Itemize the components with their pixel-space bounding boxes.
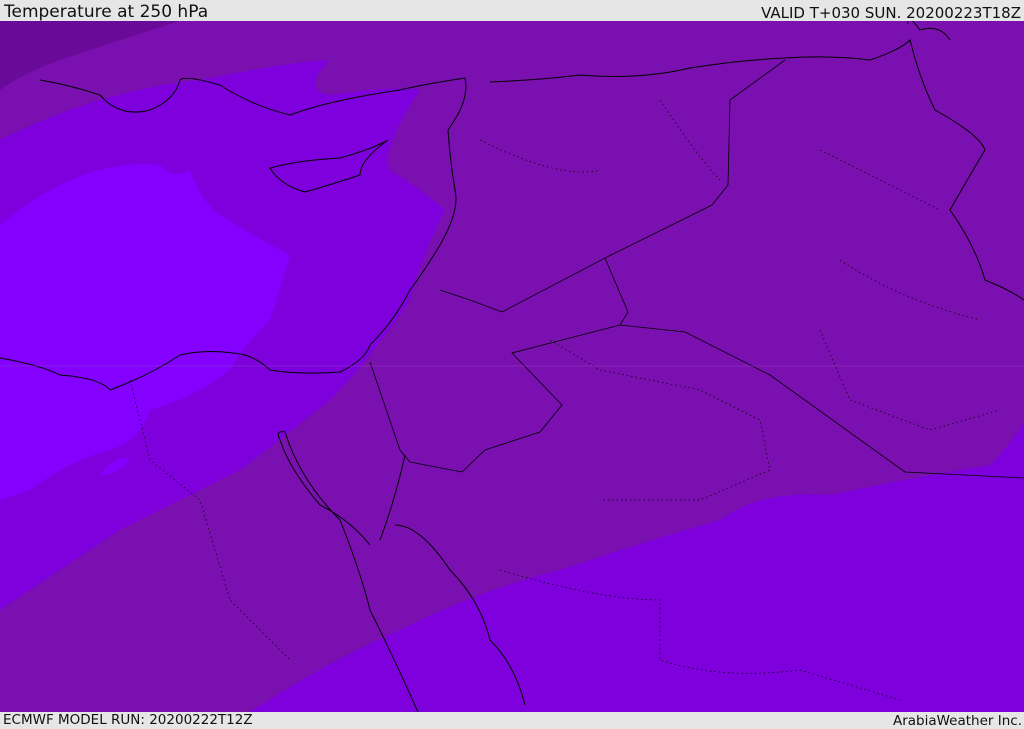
- model-run: ECMWF MODEL RUN: 20200222T12Z: [3, 712, 253, 728]
- temperature-map: [0, 21, 1024, 712]
- footer-bar: ECMWF MODEL RUN: 20200222T12Z ArabiaWeat…: [0, 712, 1024, 729]
- credit: ArabiaWeather Inc.: [892, 713, 1022, 729]
- valid-time: VALID T+030 SUN. 20200223T18Z: [761, 4, 1021, 22]
- header-bar: Temperature at 250 hPa VALID T+030 SUN. …: [0, 0, 1024, 21]
- map-title: Temperature at 250 hPa: [4, 2, 209, 22]
